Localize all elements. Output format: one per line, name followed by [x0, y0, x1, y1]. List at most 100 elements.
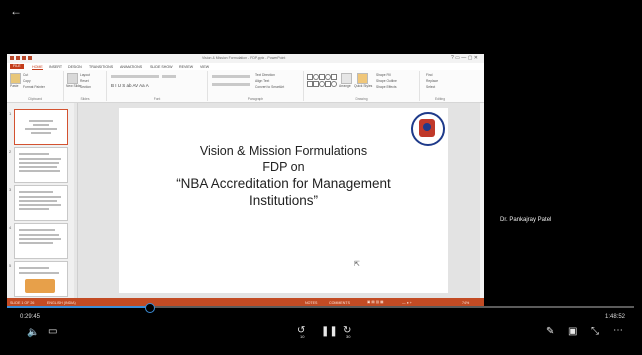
tab-animations[interactable]: ANIMATIONS [120, 65, 142, 69]
tab-home[interactable]: HOME [32, 65, 43, 70]
captions-icon[interactable]: ▭ [48, 326, 57, 337]
tab-slide-show[interactable]: SLIDE SHOW [150, 65, 173, 69]
select-button[interactable]: Select [426, 85, 435, 89]
arrange-icon[interactable] [341, 73, 352, 84]
slide-number: 3 [9, 187, 12, 192]
list-buttons[interactable] [212, 75, 250, 78]
notes-button[interactable]: NOTES [305, 301, 317, 305]
align-buttons[interactable] [212, 83, 250, 86]
seek-bar[interactable] [7, 303, 634, 313]
tab-review[interactable]: REVIEW [179, 65, 193, 69]
tab-insert[interactable]: INSERT [49, 65, 62, 69]
slide-title-line-2: FDP on [262, 160, 305, 174]
slides-group: New Slide Layout Reset Section Slides [64, 71, 107, 101]
mouse-cursor-icon: ⇱ [354, 261, 360, 268]
language-indicator[interactable]: ENGLISH (INDIA) [47, 301, 76, 305]
exit-fullscreen-icon[interactable]: ⤡ [591, 326, 599, 337]
slide-canvas[interactable]: Vision & Mission Formulations FDP on “NB… [119, 108, 448, 293]
zoom-level[interactable]: 74% [462, 301, 469, 305]
shape-icon[interactable] [331, 81, 337, 87]
font-format-buttons[interactable]: B I U S ab AV Aa A [111, 83, 149, 88]
skip-back-button[interactable]: ↺ 10 [296, 325, 312, 342]
arrange-label: Arrange [339, 84, 351, 88]
font-name-box[interactable] [111, 75, 159, 78]
replace-button[interactable]: Replace [426, 79, 438, 83]
slide-title-line-3: “NBA Accreditation for Management [176, 176, 391, 191]
shape-icon[interactable] [331, 74, 337, 80]
slide-number: 4 [9, 225, 12, 230]
new-slide-icon[interactable] [67, 73, 78, 84]
clipboard-group: Paste Cut Copy Format Painter Clipboard [7, 71, 64, 101]
thumbnail-scrollbar[interactable] [74, 103, 77, 298]
quick-access-toolbar[interactable] [10, 56, 50, 61]
comments-button[interactable]: COMMENTS [329, 301, 350, 305]
slide-number: 5 [9, 263, 12, 268]
slide-editing-area: Vision & Mission Formulations FDP on “NB… [78, 103, 480, 298]
more-options-icon[interactable]: ⋯ [613, 325, 623, 336]
new-slide-label: New Slide [66, 84, 81, 88]
slide-scrollbar[interactable] [480, 103, 484, 298]
font-size-box[interactable] [162, 75, 176, 78]
slide-count: SLIDE 1 OF 26 [10, 300, 35, 305]
tab-file[interactable]: FILE [10, 64, 24, 69]
font-group: B I U S ab AV Aa A Font [107, 71, 208, 101]
layout-button[interactable]: Layout [80, 73, 90, 77]
section-button[interactable]: Section [80, 85, 91, 89]
shape-effects-button[interactable]: Shape Effects [376, 85, 396, 89]
copy-button[interactable]: Copy [23, 79, 31, 83]
volume-icon[interactable]: 🔈 [27, 327, 39, 338]
skip-forward-button[interactable]: ↻ 30 [342, 325, 358, 342]
text-direction-button[interactable]: Text Direction [255, 73, 275, 77]
total-duration: 1:48:52 [605, 314, 626, 320]
title-bar: Vision & Mission Formulation - FDP.pptx … [7, 54, 484, 68]
shape-fill-button[interactable]: Shape Fill [376, 73, 391, 77]
cut-button[interactable]: Cut [23, 73, 28, 77]
paste-icon[interactable] [10, 73, 21, 84]
paragraph-group: Text Direction Align Text Convert to Sma… [208, 71, 304, 101]
slide-number: 1 [9, 111, 12, 116]
view-buttons[interactable]: ▣ ▤ ▥ ▦ [367, 300, 384, 304]
slide-number: 2 [9, 149, 12, 154]
slide-title-line-4: Institutions” [248, 193, 319, 208]
tab-view[interactable]: VIEW [200, 65, 209, 69]
convert-smartart-button[interactable]: Convert to SmartArt [255, 85, 284, 89]
slide-thumbnail-4[interactable] [14, 223, 68, 259]
slide-thumbnail-1[interactable] [14, 109, 68, 145]
paste-label: Paste [10, 84, 19, 88]
zoom-slider[interactable]: — ● + [402, 301, 412, 305]
institution-logo [411, 112, 445, 146]
window-title: Vision & Mission Formulation - FDP.pptx … [202, 56, 286, 60]
pause-icon[interactable]: ❚❚ [321, 326, 338, 337]
align-text-button[interactable]: Align Text [255, 79, 269, 83]
paragraph-group-label: Paragraph [247, 97, 264, 101]
tab-design[interactable]: DESIGN [68, 65, 82, 69]
skip-back-label: 10 [300, 334, 305, 339]
quick-styles-icon[interactable] [357, 73, 368, 84]
slide-title-line-1: Vision & Mission Formulations [199, 144, 368, 158]
skip-forward-label: 30 [346, 334, 351, 339]
quick-styles-label: Quick Styles [354, 84, 373, 88]
slide-thumbnail-5[interactable] [14, 261, 68, 297]
shape-outline-button[interactable]: Shape Outline [376, 79, 397, 83]
seek-handle[interactable] [145, 303, 156, 313]
clipboard-group-label: Clipboard [27, 97, 43, 101]
find-button[interactable]: Find [426, 73, 432, 77]
drawing-group: Arrange Quick Styles Shape Fill Shape Ou… [304, 71, 420, 101]
font-group-label: Font [153, 97, 161, 101]
pen-icon[interactable]: ✎ [546, 326, 554, 337]
tab-transitions[interactable]: TRANSITIONS [89, 65, 113, 69]
format-painter-button[interactable]: Format Painter [23, 85, 45, 89]
mini-player-icon[interactable]: ▣ [568, 326, 577, 337]
reset-button[interactable]: Reset [80, 79, 89, 83]
editing-group-label: Editing [434, 97, 446, 101]
editing-group: Find Replace Select Editing [420, 71, 460, 101]
back-arrow-icon[interactable]: ← [10, 4, 22, 18]
ribbon-tabs: FILE HOME INSERT DESIGN TRANSITIONS ANIM… [7, 63, 484, 70]
powerpoint-window: Vision & Mission Formulation - FDP.pptx … [7, 54, 484, 307]
presenter-name: Dr. Pankajray Patel [500, 217, 552, 223]
drawing-group-label: Drawing [355, 97, 368, 101]
window-controls[interactable]: ? ▭ — ▢ ✕ [451, 55, 478, 61]
slide-thumbnail-2[interactable] [14, 147, 68, 183]
slide-thumbnail-3[interactable] [14, 185, 68, 221]
elapsed-time: 0:29:45 [20, 314, 41, 320]
